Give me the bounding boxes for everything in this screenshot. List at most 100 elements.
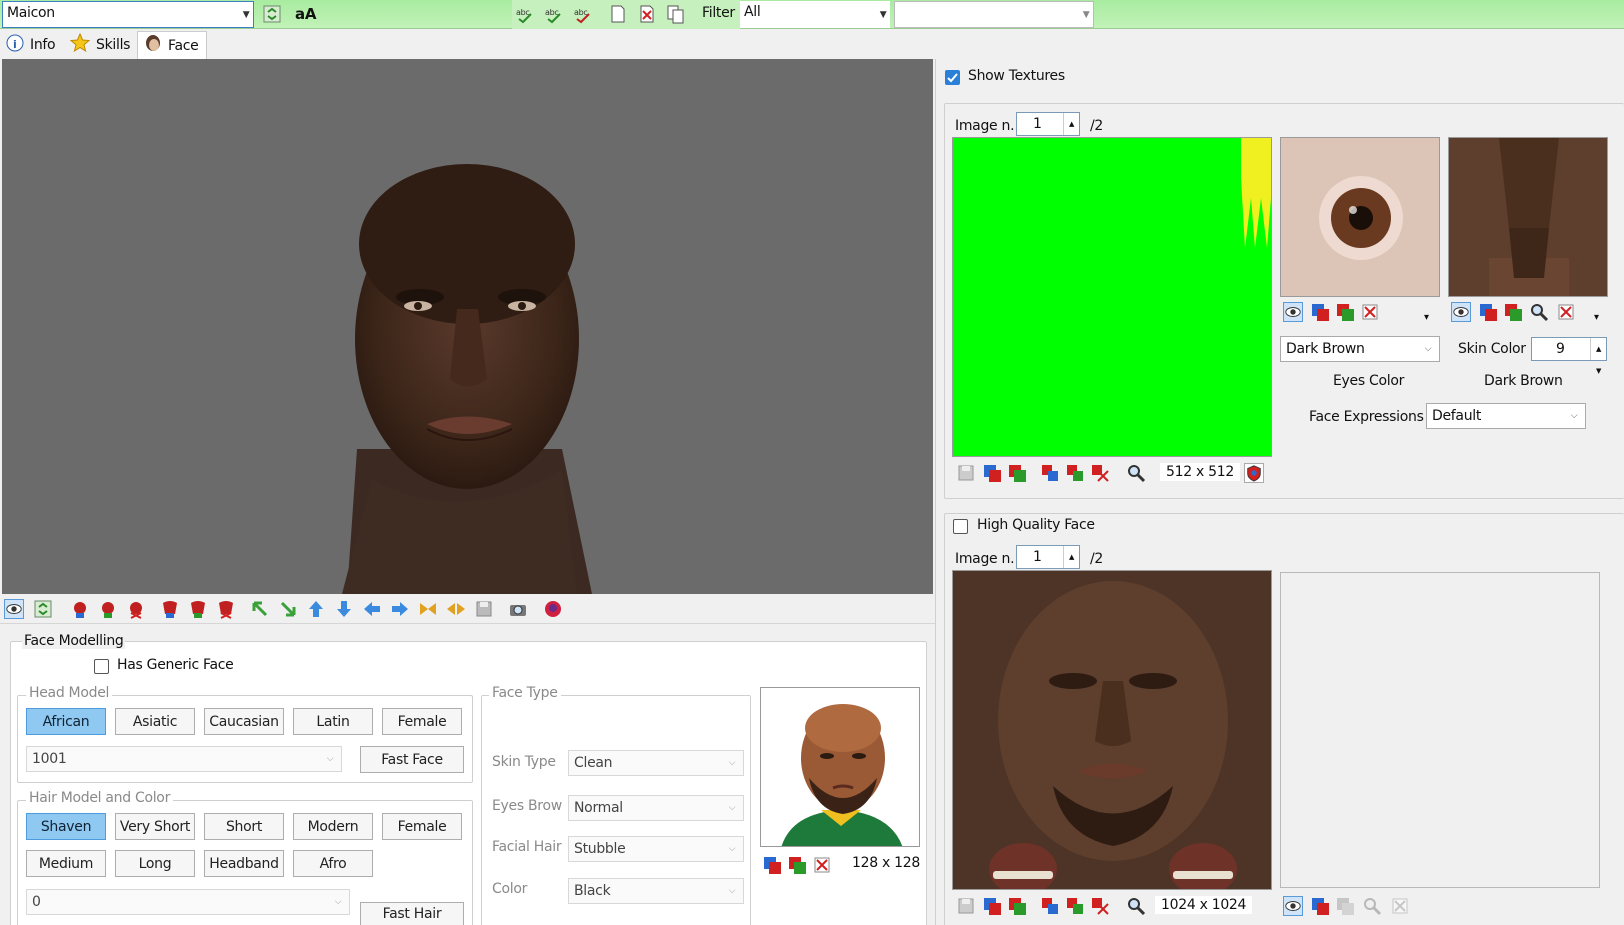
chevron-down-icon[interactable]: ⌵ — [1417, 337, 1439, 361]
face-3d-viewport[interactable] — [2, 59, 933, 594]
hair-export-icon[interactable] — [188, 599, 208, 619]
import-icon[interactable] — [1310, 896, 1330, 916]
more-menu-icon[interactable]: ▾ — [1594, 312, 1599, 323]
eyes-color-select[interactable]: Dark Brown ⌵ — [1280, 336, 1440, 362]
head-female-button[interactable]: Female — [382, 708, 462, 735]
zoom-out-icon[interactable] — [446, 599, 466, 619]
fast-face-button[interactable]: Fast Face — [360, 746, 464, 773]
delete-icon[interactable] — [1556, 302, 1576, 322]
export-icon[interactable] — [1503, 302, 1523, 322]
export-all-icon[interactable] — [1065, 896, 1085, 916]
search-icon[interactable] — [1362, 896, 1382, 916]
head-asiatic-button[interactable]: Asiatic — [115, 708, 195, 735]
export-icon[interactable] — [1335, 302, 1355, 322]
skin-type-select[interactable]: Clean ⌵ — [568, 750, 744, 776]
arrow-down-icon[interactable] — [334, 599, 354, 619]
eye-icon[interactable] — [1283, 302, 1303, 322]
chevron-down-icon[interactable]: ⌵ — [327, 890, 349, 914]
import-all-icon[interactable] — [1040, 896, 1060, 916]
spinner-arrows[interactable]: ▲▼ — [1063, 113, 1079, 150]
hq-image-n-spinner[interactable]: 1 ▲▼ — [1016, 545, 1080, 583]
head-import-icon[interactable] — [70, 599, 90, 619]
eye-icon[interactable] — [1283, 896, 1303, 916]
chevron-down-icon[interactable]: ⌵ — [721, 879, 743, 903]
export-all-icon[interactable] — [1065, 463, 1085, 483]
chevron-down-icon[interactable]: ▼ — [1079, 2, 1093, 27]
arrow-left-icon[interactable] — [362, 599, 382, 619]
tab-face[interactable]: Face — [137, 31, 208, 59]
more-menu-icon[interactable]: ▾ — [1424, 312, 1429, 323]
face-expressions-select[interactable]: Default ⌵ — [1426, 403, 1586, 429]
hair-afro-button[interactable]: Afro — [293, 850, 373, 877]
delete-all-icon[interactable] — [1090, 463, 1110, 483]
export-icon[interactable] — [1335, 896, 1355, 916]
arrow-up-left-icon[interactable] — [250, 599, 270, 619]
refresh-icon[interactable] — [262, 4, 282, 24]
tab-skills[interactable]: Skills — [69, 31, 130, 59]
search-icon[interactable] — [1126, 896, 1146, 916]
delete-document-icon[interactable] — [637, 4, 657, 24]
delete-icon[interactable] — [1360, 302, 1380, 322]
hair-model-select[interactable]: 0 ⌵ — [26, 889, 350, 915]
save-icon[interactable] — [956, 463, 976, 483]
chevron-down-icon[interactable]: ⌵ — [319, 747, 341, 771]
color-palette-icon[interactable] — [1244, 463, 1264, 483]
spinner-arrows[interactable]: ▲▼ — [1063, 546, 1079, 583]
chevron-down-icon[interactable]: ▼ — [876, 1, 890, 28]
zoom-in-icon[interactable] — [418, 599, 438, 619]
copy-document-icon[interactable] — [666, 4, 686, 24]
head-model-select[interactable]: 1001 ⌵ — [26, 746, 342, 772]
arrow-down-right-icon[interactable] — [278, 599, 298, 619]
hair-import-icon[interactable] — [160, 599, 180, 619]
hair-modern-button[interactable]: Modern — [293, 813, 373, 840]
delete-all-icon[interactable] — [1090, 896, 1110, 916]
export-icon[interactable] — [1007, 896, 1027, 916]
head-caucasian-button[interactable]: Caucasian — [204, 708, 284, 735]
hair-very-short-button[interactable]: Very Short — [115, 813, 195, 840]
hair-color-select[interactable]: Black ⌵ — [568, 878, 744, 904]
delete-icon[interactable] — [1390, 896, 1410, 916]
photo-export-icon[interactable] — [787, 855, 807, 875]
eyes-brow-select[interactable]: Normal ⌵ — [568, 795, 744, 821]
secondary-select[interactable]: ▼ — [894, 1, 1094, 28]
chevron-down-icon[interactable]: ▼ — [239, 2, 253, 27]
chevron-down-icon[interactable]: ⌵ — [721, 751, 743, 775]
search-icon[interactable] — [1529, 302, 1549, 322]
hair-female-button[interactable]: Female — [382, 813, 462, 840]
hair-medium-button[interactable]: Medium — [26, 850, 106, 877]
show-textures-checkbox[interactable] — [945, 70, 960, 85]
save-icon[interactable] — [956, 896, 976, 916]
tab-info[interactable]: i Info — [6, 31, 56, 59]
fast-hair-button[interactable]: Fast Hair — [360, 902, 464, 925]
image-n-spinner[interactable]: 1 ▲▼ — [1016, 112, 1080, 150]
import-icon[interactable] — [1310, 302, 1330, 322]
skin-color-spinner[interactable]: 9 ▲ ▼ — [1531, 337, 1607, 375]
hair-long-button[interactable]: Long — [115, 850, 195, 877]
head-delete-icon[interactable] — [126, 599, 146, 619]
hair-headband-button[interactable]: Headband — [204, 850, 284, 877]
font-case-button[interactable]: aA — [295, 5, 316, 23]
chevron-down-icon[interactable]: ⌵ — [1563, 404, 1585, 428]
head-latin-button[interactable]: Latin — [293, 708, 373, 735]
has-generic-face-checkbox[interactable] — [94, 659, 109, 674]
import-icon[interactable] — [1478, 302, 1498, 322]
new-document-icon[interactable] — [608, 4, 628, 24]
spinner-arrows[interactable]: ▲▼ — [1590, 338, 1606, 375]
import-icon[interactable] — [982, 896, 1002, 916]
reset-head-icon[interactable] — [543, 599, 563, 619]
eye-icon[interactable] — [4, 599, 24, 619]
arrow-up-icon[interactable] — [306, 599, 326, 619]
arrow-right-icon[interactable] — [390, 599, 410, 619]
search-icon[interactable] — [1126, 463, 1146, 483]
import-all-icon[interactable] — [1040, 463, 1060, 483]
eye-icon[interactable] — [1451, 302, 1471, 322]
spell-check-icon[interactable]: abc — [544, 4, 564, 24]
camera-icon[interactable] — [508, 599, 528, 619]
player-select[interactable]: Maicon ▼ — [2, 1, 254, 28]
chevron-down-icon[interactable]: ⌵ — [721, 837, 743, 861]
spell-check-icon[interactable]: abc — [573, 4, 593, 24]
hair-short-button[interactable]: Short — [204, 813, 284, 840]
hair-shaven-button[interactable]: Shaven — [26, 813, 106, 840]
import-icon[interactable] — [982, 463, 1002, 483]
hair-delete-icon[interactable] — [216, 599, 236, 619]
